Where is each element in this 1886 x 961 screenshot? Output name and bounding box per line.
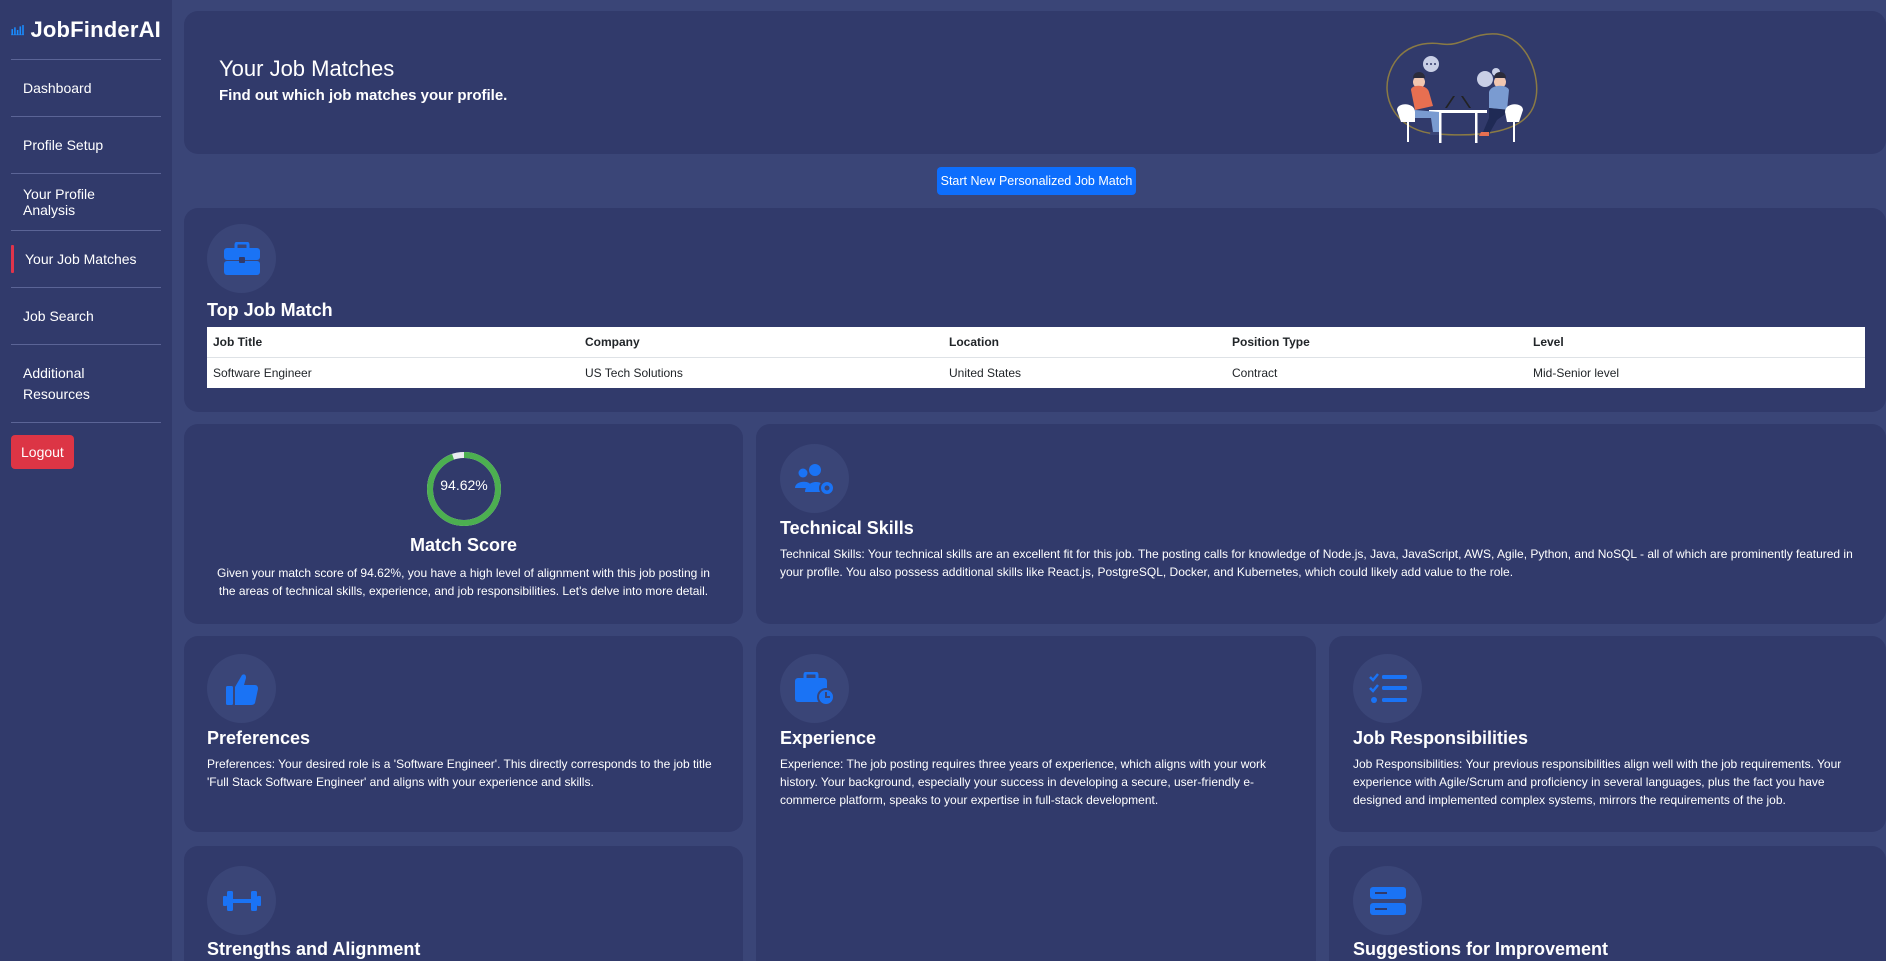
page-title: Your Job Matches xyxy=(219,56,395,81)
sidebar-item-profile-analysis[interactable]: Your Profile Analysis xyxy=(11,174,161,231)
page-subtitle: Find out which job matches your profile. xyxy=(219,87,508,104)
match-score-description: Given your match score of 94.62%, you ha… xyxy=(217,566,710,598)
strengths-card: Strengths and Alignment xyxy=(184,846,743,961)
users-gear-icon xyxy=(794,463,835,496)
briefcase-icon xyxy=(223,241,260,275)
job-responsibilities-text: Job Responsibilities: Your previous resp… xyxy=(1353,757,1842,807)
column-header-position-type: Position Type xyxy=(1226,327,1527,358)
page-header: Your Job Matches Find out which job matc… xyxy=(184,11,1886,154)
job-responsibilities-card: Job Responsibilities Job Responsibilitie… xyxy=(1329,636,1886,832)
preferences-text: Preferences: Your desired role is a 'Sof… xyxy=(207,757,712,789)
bar-chart-logo-icon xyxy=(11,24,25,35)
cell-location: United States xyxy=(949,365,1022,380)
server-icon xyxy=(1369,886,1406,915)
checklist-icon xyxy=(1368,672,1407,703)
top-job-match-title: Top Job Match xyxy=(207,300,333,320)
experience-title: Experience xyxy=(780,728,877,748)
experience-text: Experience: The job posting requires thr… xyxy=(780,757,1267,807)
sidebar-item-label: Dashboard xyxy=(23,80,92,96)
suggestions-icon-circle xyxy=(1353,866,1422,935)
preferences-card: Preferences Preferences: Your desired ro… xyxy=(184,636,743,832)
technical-skills-icon-circle xyxy=(780,444,849,513)
column-header-location: Location xyxy=(943,327,1226,358)
cell-position-type: Contract xyxy=(1232,365,1278,380)
experience-icon-circle xyxy=(780,654,849,723)
sidebar-item-label: Your Job Matches xyxy=(25,251,137,267)
preferences-icon-circle xyxy=(207,654,276,723)
cell-level: Mid-Senior level xyxy=(1533,365,1620,380)
sidebar-item-job-search[interactable]: Job Search xyxy=(11,288,161,345)
cell-job-title: Software Engineer xyxy=(213,365,312,380)
job-responsibilities-icon-circle xyxy=(1353,654,1422,723)
sidebar-nav: Dashboard Profile Setup Your Profile Ana… xyxy=(11,60,161,423)
dumbbell-icon xyxy=(222,890,261,911)
logout-button[interactable]: Logout xyxy=(11,435,74,469)
sidebar-item-label: Your Profile Analysis xyxy=(23,186,95,218)
sidebar-item-job-matches[interactable]: Your Job Matches xyxy=(11,231,161,288)
column-header-job-title: Job Title xyxy=(207,327,579,358)
brand[interactable]: JobFinderAI xyxy=(11,0,161,60)
match-score-value: 94.62% xyxy=(440,477,488,493)
sidebar-item-profile-setup[interactable]: Profile Setup xyxy=(11,117,161,174)
strengths-title: Strengths and Alignment xyxy=(207,939,421,959)
job-responsibilities-title: Job Responsibilities xyxy=(1353,728,1529,748)
table-row: Software Engineer US Tech Solutions Unit… xyxy=(207,357,1865,388)
briefcase-clock-icon xyxy=(794,671,835,706)
start-new-job-match-button[interactable]: Start New Personalized Job Match xyxy=(937,167,1136,195)
sidebar-item-additional-resources[interactable]: Additional Resources xyxy=(11,345,161,423)
meeting-illustration xyxy=(1386,33,1538,143)
sidebar-item-label: Profile Setup xyxy=(23,137,104,153)
preferences-title: Preferences xyxy=(207,728,311,748)
column-header-company: Company xyxy=(579,327,943,358)
technical-skills-text: Technical Skills: Your technical skills … xyxy=(780,547,1853,579)
experience-card: Experience Experience: The job posting r… xyxy=(756,636,1316,961)
sidebar-item-dashboard[interactable]: Dashboard xyxy=(11,60,161,117)
table-header-row: Job Title Company Location Position Type… xyxy=(207,327,1865,358)
briefcase-icon-circle xyxy=(207,224,276,293)
brand-name: JobFinderAI xyxy=(30,16,161,42)
technical-skills-title: Technical Skills xyxy=(780,518,914,538)
technical-skills-card: Technical Skills Technical Skills: Your … xyxy=(756,424,1886,624)
match-score-card: 94.62% Match Score Given your match scor… xyxy=(184,424,743,624)
match-score-title: Match Score xyxy=(409,535,518,555)
column-header-level: Level xyxy=(1527,327,1865,358)
strengths-icon-circle xyxy=(207,866,276,935)
sidebar-item-label: Job Search xyxy=(23,308,94,324)
sidebar: JobFinderAI Dashboard Profile Setup Your… xyxy=(0,0,172,961)
top-job-match-table: Job Title Company Location Position Type… xyxy=(207,327,1865,388)
cell-company: US Tech Solutions xyxy=(585,365,683,380)
top-job-match-card: Top Job Match Job Title Company Location… xyxy=(184,208,1886,412)
sidebar-item-label: Additional Resources xyxy=(23,364,90,402)
suggestions-title: Suggestions for Improvement xyxy=(1353,939,1609,959)
thumbs-up-icon xyxy=(225,673,258,705)
suggestions-card: Suggestions for Improvement xyxy=(1329,846,1886,961)
